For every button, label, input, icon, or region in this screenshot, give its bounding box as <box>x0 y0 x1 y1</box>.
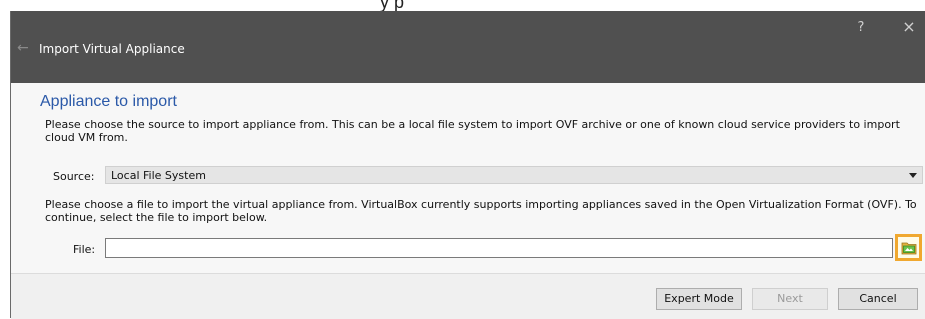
source-dropdown[interactable]: Local File System <box>105 166 923 184</box>
import-appliance-dialog: ← Import Virtual Appliance ? × Appliance… <box>10 11 925 319</box>
browse-file-button[interactable] <box>895 234 922 261</box>
file-path-input[interactable] <box>105 238 893 258</box>
titlebar: ← Import Virtual Appliance ? × <box>11 11 925 83</box>
back-arrow-icon[interactable]: ← <box>17 41 31 55</box>
next-button[interactable]: Next <box>752 288 828 310</box>
background-text: y p <box>380 0 405 11</box>
source-description: Please choose the source to import appli… <box>45 118 900 144</box>
source-selected-value: Local File System <box>111 169 206 182</box>
file-description: Please choose a file to import the virtu… <box>45 198 917 224</box>
help-button[interactable]: ? <box>851 18 871 38</box>
window-title: Import Virtual Appliance <box>39 42 185 56</box>
chevron-down-icon <box>909 173 917 178</box>
folder-open-icon <box>901 242 917 255</box>
close-button[interactable]: × <box>899 17 919 37</box>
expert-mode-button[interactable]: Expert Mode <box>656 288 742 310</box>
page-title: Appliance to import <box>40 93 177 110</box>
cancel-button[interactable]: Cancel <box>838 288 918 310</box>
file-label: File: <box>73 243 96 256</box>
background-fragment: y p <box>0 0 925 11</box>
button-bar: Expert Mode Next Cancel <box>11 273 925 319</box>
source-label: Source: <box>53 170 95 183</box>
content-area: Appliance to import Please choose the so… <box>11 83 925 273</box>
